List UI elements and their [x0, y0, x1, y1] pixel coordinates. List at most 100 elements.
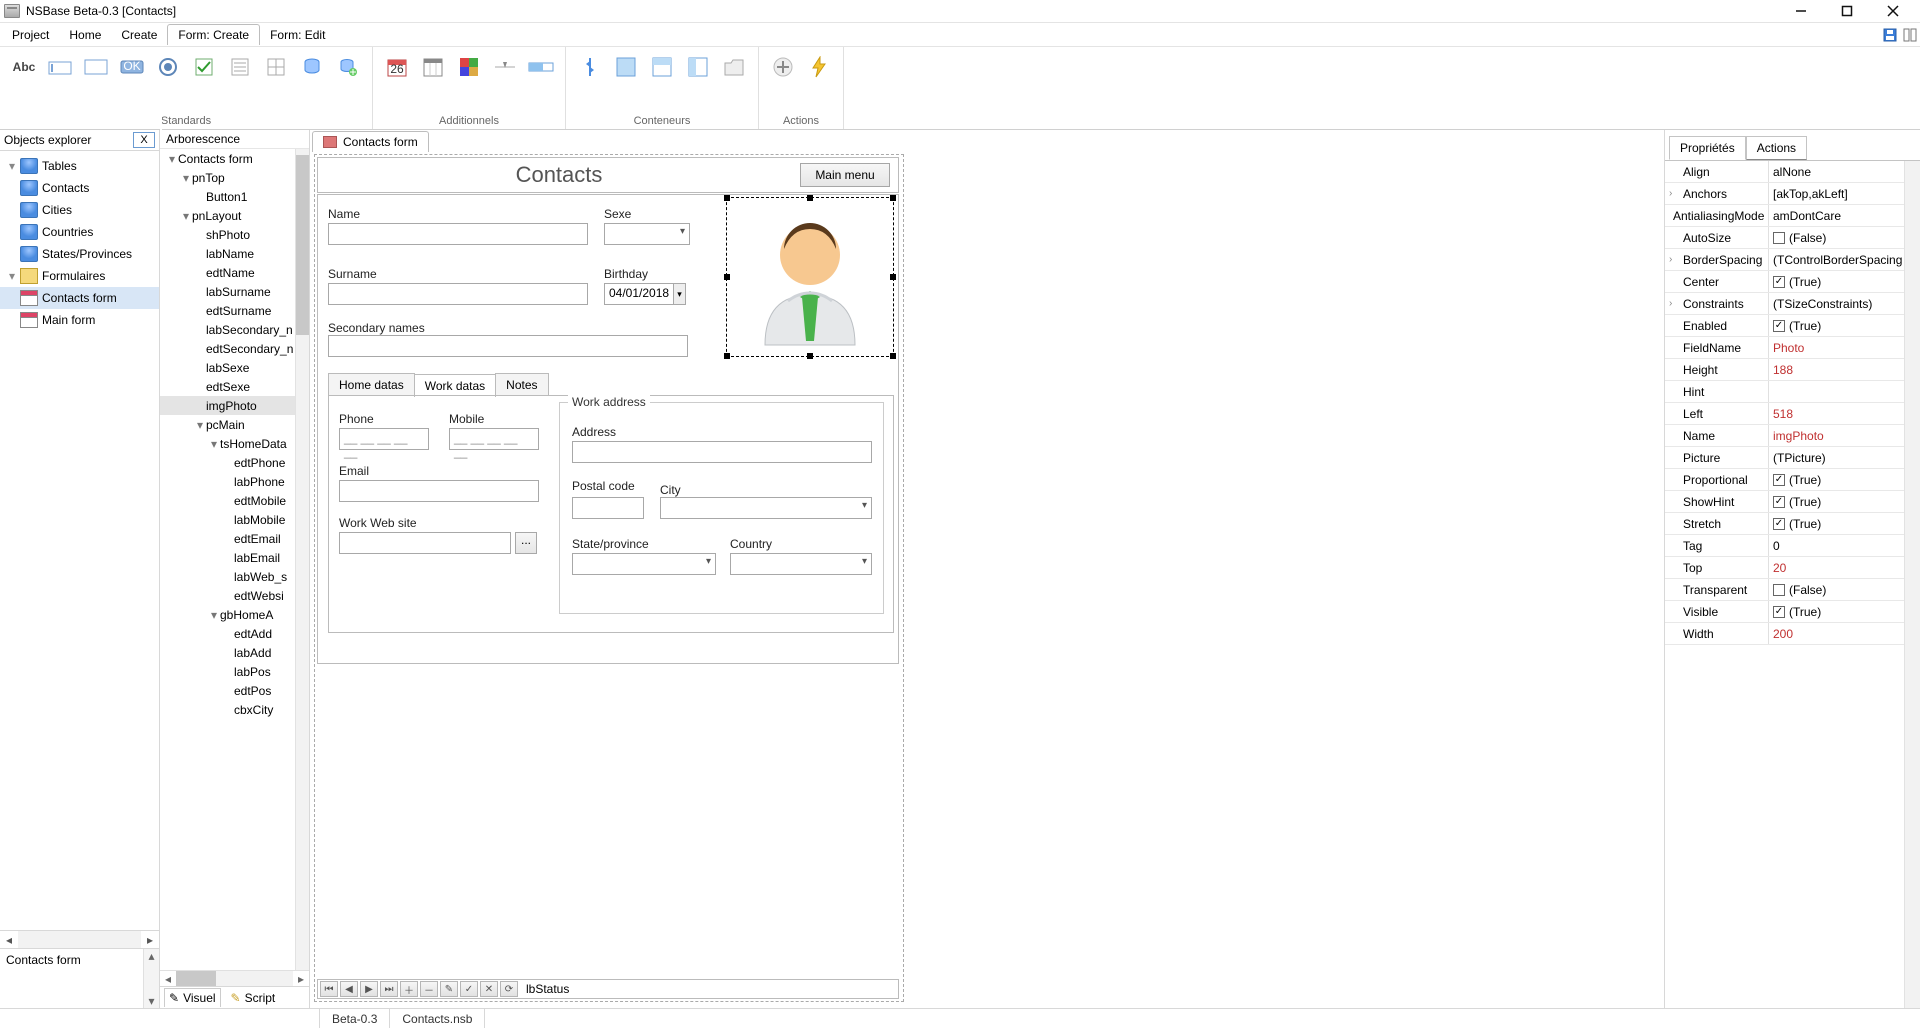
- layout-icon[interactable]: [1902, 27, 1918, 43]
- tree-countries[interactable]: Countries: [42, 225, 93, 239]
- arb-item[interactable]: shPhoto: [160, 225, 295, 244]
- arb-item[interactable]: ▾pnTop: [160, 168, 295, 187]
- checkbox-icon[interactable]: [1773, 232, 1785, 244]
- edt-surname[interactable]: [328, 283, 588, 305]
- edt-address[interactable]: [572, 441, 872, 463]
- edit-tool[interactable]: [46, 53, 74, 81]
- tree-contacts-form[interactable]: Contacts form: [42, 291, 117, 305]
- close-panel-button[interactable]: X: [133, 132, 155, 148]
- nav-refresh[interactable]: ⟳: [500, 981, 518, 997]
- prop-row[interactable]: AntialiasingModeamDontCare: [1665, 205, 1920, 227]
- menu-project[interactable]: Project: [2, 25, 59, 45]
- button-tool[interactable]: OK: [118, 53, 146, 81]
- arb-item[interactable]: labAdd: [160, 643, 295, 662]
- tab-contacts-form[interactable]: Contacts form: [312, 131, 429, 152]
- arb-item[interactable]: edtName: [160, 263, 295, 282]
- nav-insert[interactable]: ＋: [400, 981, 418, 997]
- checkbox-icon[interactable]: [1773, 320, 1785, 332]
- detail-vscroll[interactable]: ▴▾: [143, 949, 159, 1008]
- checkbox-tool[interactable]: [190, 53, 218, 81]
- prop-row[interactable]: Height188: [1665, 359, 1920, 381]
- prop-row[interactable]: Transparent(False): [1665, 579, 1920, 601]
- tree-formulaires[interactable]: Formulaires: [42, 269, 105, 283]
- date-birthday[interactable]: 04/01/2018▾: [604, 283, 686, 305]
- progress-tool[interactable]: [527, 53, 555, 81]
- prop-row[interactable]: Width200: [1665, 623, 1920, 645]
- prop-row[interactable]: AlignalNone: [1665, 161, 1920, 183]
- panel-tool[interactable]: [612, 53, 640, 81]
- cbx-sexe[interactable]: [604, 223, 690, 245]
- date-dropdown-icon[interactable]: ▾: [673, 284, 685, 304]
- menu-form-create[interactable]: Form: Create: [167, 24, 260, 45]
- objects-tree[interactable]: ▾Tables Contacts Cities Countries States…: [0, 151, 159, 930]
- arb-item[interactable]: edtEmail: [160, 529, 295, 548]
- img-photo[interactable]: [726, 197, 894, 357]
- arb-item[interactable]: labSurname: [160, 282, 295, 301]
- arb-item[interactable]: edtSexe: [160, 377, 295, 396]
- arb-item[interactable]: edtAdd: [160, 624, 295, 643]
- main-menu-button[interactable]: Main menu: [800, 163, 890, 187]
- list-tool[interactable]: [226, 53, 254, 81]
- prop-row[interactable]: Tag0: [1665, 535, 1920, 557]
- prop-row[interactable]: AutoSize(False): [1665, 227, 1920, 249]
- arb-item[interactable]: ▾pnLayout: [160, 206, 295, 225]
- properties-grid[interactable]: AlignalNone›Anchors[akTop,akLeft]Antiali…: [1665, 160, 1920, 1008]
- checkbox-icon[interactable]: [1773, 606, 1785, 618]
- edt-phone[interactable]: __ __ __ __ __: [339, 428, 429, 450]
- checkbox-icon[interactable]: [1773, 496, 1785, 508]
- bolt-action-tool[interactable]: [805, 53, 833, 81]
- calendar-tool[interactable]: 26: [383, 53, 411, 81]
- arb-hscroll[interactable]: ◂▸: [160, 970, 309, 986]
- prop-row[interactable]: Left518: [1665, 403, 1920, 425]
- arb-item[interactable]: imgPhoto: [160, 396, 295, 415]
- nav-prev[interactable]: ◀: [340, 981, 358, 997]
- arb-item[interactable]: labSecondary_n: [160, 320, 295, 339]
- arb-item[interactable]: ▾Contacts form: [160, 149, 295, 168]
- checkbox-icon[interactable]: [1773, 474, 1785, 486]
- arb-item[interactable]: ▾tsHomeData: [160, 434, 295, 453]
- prop-row[interactable]: Top20: [1665, 557, 1920, 579]
- prop-row[interactable]: ›Anchors[akTop,akLeft]: [1665, 183, 1920, 205]
- arb-vscroll[interactable]: [295, 149, 309, 970]
- arb-item[interactable]: edtPhone: [160, 453, 295, 472]
- tab-notes[interactable]: Notes: [495, 373, 548, 396]
- arb-item[interactable]: labSexe: [160, 358, 295, 377]
- memo-tool[interactable]: [82, 53, 110, 81]
- prop-row[interactable]: Hint: [1665, 381, 1920, 403]
- prop-row[interactable]: ›BorderSpacing(TControlBorderSpacing: [1665, 249, 1920, 271]
- arb-item[interactable]: edtMobile: [160, 491, 295, 510]
- label-tool[interactable]: Abc: [10, 53, 38, 81]
- nav-cancel[interactable]: ✕: [480, 981, 498, 997]
- arb-item[interactable]: edtPos: [160, 681, 295, 700]
- minimize-button[interactable]: [1778, 0, 1824, 22]
- prop-row[interactable]: ›Constraints(TSizeConstraints): [1665, 293, 1920, 315]
- tree-contacts[interactable]: Contacts: [42, 181, 89, 195]
- color-tool[interactable]: [455, 53, 483, 81]
- arb-item[interactable]: ▾pcMain: [160, 415, 295, 434]
- tree-tables[interactable]: Tables: [42, 159, 77, 173]
- panel-top-tool[interactable]: [648, 53, 676, 81]
- grid-tool[interactable]: [262, 53, 290, 81]
- arb-item[interactable]: labWeb_s: [160, 567, 295, 586]
- arb-item[interactable]: labMobile: [160, 510, 295, 529]
- prop-row[interactable]: ShowHint(True): [1665, 491, 1920, 513]
- menu-form-edit[interactable]: Form: Edit: [260, 25, 335, 45]
- arb-item[interactable]: edtSecondary_n: [160, 339, 295, 358]
- tab-properties[interactable]: Propriétés: [1669, 136, 1746, 160]
- menu-home[interactable]: Home: [59, 25, 111, 45]
- arb-item[interactable]: labEmail: [160, 548, 295, 567]
- db-tool[interactable]: [298, 53, 326, 81]
- nav-delete[interactable]: －: [420, 981, 438, 997]
- save-icon[interactable]: [1882, 27, 1898, 43]
- prop-row[interactable]: Visible(True): [1665, 601, 1920, 623]
- arb-item[interactable]: labName: [160, 244, 295, 263]
- nav-post[interactable]: ✓: [460, 981, 478, 997]
- prop-row[interactable]: Picture(TPicture): [1665, 447, 1920, 469]
- edt-name[interactable]: [328, 223, 588, 245]
- close-button[interactable]: [1870, 0, 1916, 22]
- objects-hscroll[interactable]: ◂▸: [0, 930, 159, 948]
- cbx-country[interactable]: [730, 553, 872, 575]
- tree-cities[interactable]: Cities: [42, 203, 72, 217]
- tab-home-datas[interactable]: Home datas: [328, 373, 415, 396]
- edt-secondary[interactable]: [328, 335, 688, 357]
